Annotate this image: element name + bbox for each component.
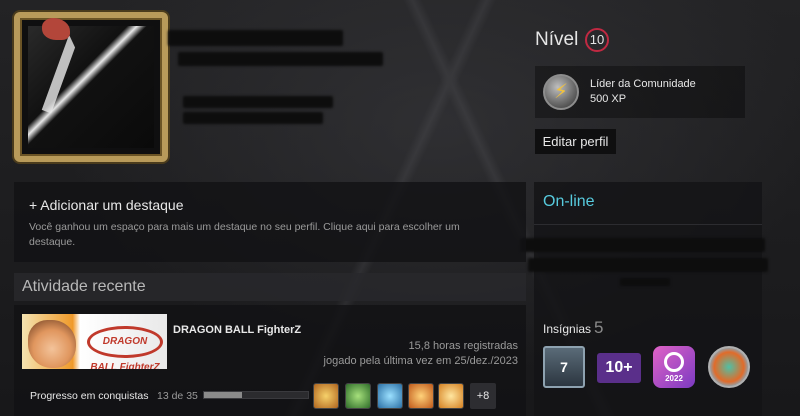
game-capsule-image[interactable]: DRAGON BALL FighterZ — [22, 314, 167, 369]
recent-activity-title[interactable]: Atividade recente — [22, 278, 146, 296]
achievement-icon[interactable] — [408, 383, 434, 409]
featured-badge-xp: 500 XP — [590, 93, 627, 105]
divider — [534, 224, 762, 225]
redacted-summary-line-2 — [183, 112, 323, 124]
redacted-friend-info — [520, 238, 765, 252]
achievement-icon[interactable] — [438, 383, 464, 409]
avatar[interactable] — [14, 12, 168, 162]
level-10-badge-icon[interactable]: 10+ — [597, 353, 641, 383]
achievements-count: 13 de 35 — [157, 390, 198, 402]
badges-label[interactable]: Insígnias — [543, 322, 591, 336]
achievements-label[interactable]: Progresso em conquistas — [30, 390, 148, 402]
game-character-art — [28, 320, 76, 368]
level-badge-label: 10+ — [605, 359, 633, 376]
achievement-icon[interactable] — [345, 383, 371, 409]
edit-profile-button[interactable]: Editar perfil — [535, 129, 616, 154]
redacted-real-name — [178, 52, 383, 66]
last-played: jogado pela última vez em 25/dez./2023 — [323, 355, 518, 367]
community-leader-badge-icon: ⚡ — [543, 74, 579, 110]
add-highlight-title[interactable]: + Adicionar um destaque — [29, 197, 184, 213]
highlight-description[interactable]: Você ganhou um espaço para mais um desta… — [29, 220, 484, 250]
level-label: Nível — [535, 29, 579, 50]
avatar-image — [28, 26, 154, 148]
level-badge[interactable]: 10 — [585, 28, 609, 52]
game-title-link[interactable]: DRAGON BALL FighterZ — [173, 324, 301, 336]
achievement-icon[interactable] — [313, 383, 339, 409]
redacted-friend-info-3 — [620, 278, 670, 286]
achievements-progress-fill — [204, 392, 243, 398]
redacted-friend-info-2 — [528, 258, 768, 272]
achievement-icon[interactable] — [377, 383, 403, 409]
achievements-progress-bar — [203, 391, 309, 399]
hours-played: 15,8 horas registradas — [408, 340, 518, 352]
featured-badge-name: Líder da Comunidade — [590, 78, 696, 90]
replay-year-label: 2022 — [665, 373, 683, 383]
online-status: On-line — [543, 193, 595, 210]
game-logo: DRAGON BALL FighterZ — [87, 326, 163, 369]
years-of-service-label: 7 — [560, 359, 568, 375]
steam-replay-badge-icon[interactable]: 2022 — [653, 346, 695, 388]
redacted-summary-line-1 — [183, 96, 333, 108]
more-achievements-button[interactable]: +8 — [470, 383, 496, 409]
years-of-service-badge-icon[interactable]: 7 — [543, 346, 585, 388]
badges-count[interactable]: 5 — [594, 318, 603, 338]
fire-badge-icon[interactable] — [708, 346, 750, 388]
featured-badge-card[interactable]: ⚡ Líder da Comunidade 500 XP — [535, 66, 745, 118]
redacted-username — [168, 30, 343, 46]
